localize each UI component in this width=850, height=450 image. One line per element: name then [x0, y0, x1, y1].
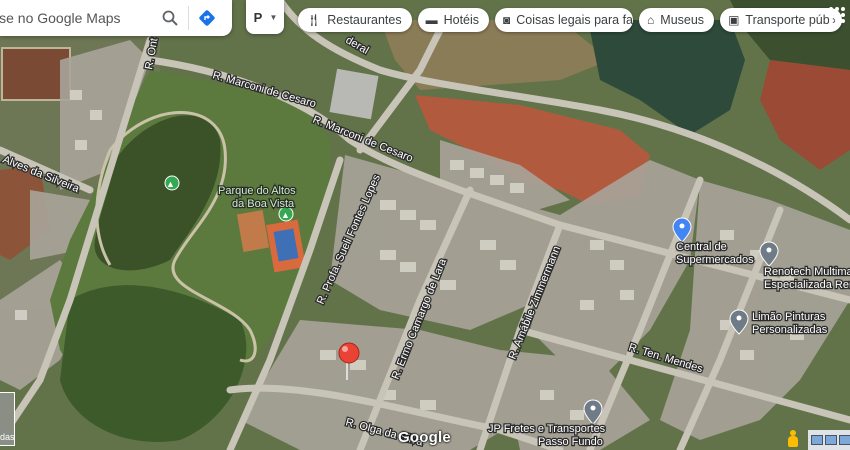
poi-label: Central de [676, 241, 727, 253]
svg-text:▲: ▲ [281, 210, 290, 220]
chip-label: Hotéis [443, 13, 480, 27]
thumbnail-label: das [0, 432, 15, 442]
fork-knife-icon: 🍴︎ [306, 13, 322, 27]
minimap-toggle[interactable] [808, 430, 850, 450]
camera-icon: ◙ [503, 13, 511, 27]
poi-label: da Boa Vista [232, 198, 295, 210]
chevron-down-icon: ▼ [269, 12, 278, 22]
svg-text:▲: ▲ [166, 179, 175, 189]
search-input[interactable] [0, 9, 156, 27]
bus-icon: ▣ [728, 13, 740, 27]
chip-label: Restaurantes [327, 13, 402, 27]
poi-label: Personalizadas [752, 324, 828, 336]
poi-label: Supermercados [676, 254, 754, 266]
directions-icon[interactable] [193, 4, 221, 32]
chip-label: Coisas legais para fa [516, 13, 634, 27]
chip-things-to-do[interactable]: ◙ Coisas legais para fa [495, 8, 634, 32]
poi-label: Limão Pinturas [752, 311, 826, 323]
chip-museums[interactable]: ⌂ Museus [639, 8, 715, 32]
poi-label: Passo Fundo [538, 436, 603, 448]
poi-label: Renotech Multima [764, 266, 850, 278]
satellite-map[interactable]: R. Marconi de Cesaro R. Marconi de Cesar… [0, 0, 850, 450]
layer-toggle-button[interactable]: P ▼ [246, 0, 284, 34]
search-divider [188, 6, 189, 30]
pegman-icon[interactable] [786, 430, 800, 448]
poi-label: JP Fretes e Transportes [488, 423, 606, 435]
poi-label: Parque do Altos [218, 185, 296, 197]
search-box [0, 0, 232, 36]
chip-restaurants[interactable]: 🍴︎ Restaurantes [298, 8, 412, 32]
museum-icon: ⌂ [647, 13, 655, 27]
poi-label: Especializada Ren [764, 279, 850, 291]
chip-transport[interactable]: ▣ Transporte púb › [720, 8, 843, 32]
search-icon[interactable] [156, 4, 184, 32]
bed-icon: ▬ [425, 13, 438, 27]
google-logo: Google [398, 429, 451, 446]
chip-label: Transporte púb [745, 13, 830, 27]
chip-label: Museus [660, 13, 705, 27]
pharmacy-icon: P [253, 9, 263, 25]
apps-grid-icon[interactable] [828, 6, 846, 24]
category-chips: 🍴︎ Restaurantes ▬ Hotéis ◙ Coisas legais… [298, 8, 843, 32]
chip-hotels[interactable]: ▬ Hotéis [417, 8, 490, 32]
